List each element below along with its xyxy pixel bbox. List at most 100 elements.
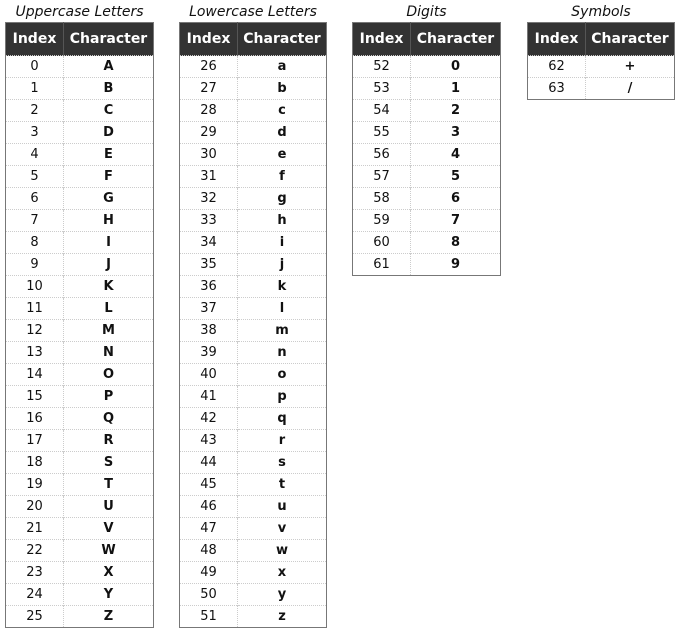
table-row: 47 v: [179, 517, 327, 540]
character-cell: y: [237, 583, 327, 606]
table-row: 57 5: [352, 165, 501, 188]
table-row: 36 k: [179, 275, 327, 298]
character-cell: N: [63, 341, 154, 364]
character-cell: O: [63, 363, 154, 386]
character-cell: /: [585, 77, 675, 100]
index-header: Index: [5, 22, 64, 56]
character-cell: h: [237, 209, 327, 232]
character-cell: T: [63, 473, 154, 496]
character-cell: o: [237, 363, 327, 386]
table-row: 37 l: [179, 297, 327, 320]
index-cell: 29: [179, 121, 238, 144]
character-cell: A: [63, 55, 154, 78]
index-cell: 49: [179, 561, 238, 584]
table-row: 31 f: [179, 165, 327, 188]
index-cell: 52: [352, 55, 411, 78]
index-cell: 21: [5, 517, 64, 540]
index-cell: 43: [179, 429, 238, 452]
table-row: 45 t: [179, 473, 327, 496]
table-row: 10 K: [5, 275, 154, 298]
character-cell: 1: [410, 77, 501, 100]
index-cell: 2: [5, 99, 64, 122]
character-cell: r: [237, 429, 327, 452]
character-cell: z: [237, 605, 327, 628]
table-row: 13 N: [5, 341, 154, 364]
table-row: 14 O: [5, 363, 154, 386]
table-row: 55 3: [352, 121, 501, 144]
character-cell: S: [63, 451, 154, 474]
character-cell: G: [63, 187, 154, 210]
table-row: 53 1: [352, 77, 501, 100]
character-header: Character: [237, 22, 327, 56]
index-cell: 61: [352, 253, 411, 276]
table-row: 2C: [5, 99, 154, 122]
table-row: 54 2: [352, 99, 501, 122]
index-cell: 39: [179, 341, 238, 364]
table-row: 51 z: [179, 605, 327, 628]
table-row: 28 c: [179, 99, 327, 122]
index-cell: 42: [179, 407, 238, 430]
table-row: 4E: [5, 143, 154, 166]
table-row: 26 a: [179, 55, 327, 78]
character-cell: n: [237, 341, 327, 364]
index-cell: 57: [352, 165, 411, 188]
table-row: 19 T: [5, 473, 154, 496]
index-cell: 51: [179, 605, 238, 628]
table-row: 52 0: [352, 55, 501, 78]
index-cell: 36: [179, 275, 238, 298]
character-cell: 8: [410, 231, 501, 254]
character-header: Character: [410, 22, 501, 56]
mapping-table: Index Character 0 A 1 B 2 C 3 D 4 E 5 F 6 G 7 H 8 I 9 J 10 K 11…: [5, 22, 154, 628]
index-cell: 30: [179, 143, 238, 166]
index-cell: 7: [5, 209, 64, 232]
index-cell: 27: [179, 77, 238, 100]
index-cell: 12: [5, 319, 64, 342]
index-cell: 20: [5, 495, 64, 518]
character-cell: W: [63, 539, 154, 562]
table-row: 8I: [5, 231, 154, 254]
character-cell: t: [237, 473, 327, 496]
digits-group: Digits Index Character 52 0 53 1 54 2 55 3 56 4 57 5…: [352, 0, 501, 276]
character-cell: M: [63, 319, 154, 342]
character-cell: 5: [410, 165, 501, 188]
uppercase-group: Uppercase Letters Index Character 0 A 1 B 2 C 3…: [5, 0, 154, 628]
index-header: Index: [179, 22, 238, 56]
index-cell: 33: [179, 209, 238, 232]
index-cell: 0: [5, 55, 64, 78]
character-cell: Y: [63, 583, 154, 606]
character-cell: L: [63, 297, 154, 320]
table-row: 60 8: [352, 231, 501, 254]
character-cell: K: [63, 275, 154, 298]
character-cell: 4: [410, 143, 501, 166]
index-cell: 16: [5, 407, 64, 430]
index-cell: 5: [5, 165, 64, 188]
table-row: 48 w: [179, 539, 327, 562]
index-cell: 19: [5, 473, 64, 496]
index-header: Index: [527, 22, 586, 56]
table-row: 27 b: [179, 77, 327, 100]
index-cell: 31: [179, 165, 238, 188]
table-row: 18 S: [5, 451, 154, 474]
index-cell: 44: [179, 451, 238, 474]
character-cell: 7: [410, 209, 501, 232]
character-cell: e: [237, 143, 327, 166]
index-cell: 9: [5, 253, 64, 276]
index-cell: 15: [5, 385, 64, 408]
character-cell: Z: [63, 605, 154, 628]
character-cell: s: [237, 451, 327, 474]
symbols-group: Symbols Index Character 62 +63/: [527, 0, 675, 100]
character-cell: 0: [410, 55, 501, 78]
index-cell: 50: [179, 583, 238, 606]
index-cell: 56: [352, 143, 411, 166]
character-cell: v: [237, 517, 327, 540]
index-cell: 55: [352, 121, 411, 144]
table-row: 33 h: [179, 209, 327, 232]
table-caption: Digits: [406, 4, 447, 20]
index-cell: 10: [5, 275, 64, 298]
character-cell: U: [63, 495, 154, 518]
table-row: 16 Q: [5, 407, 154, 430]
index-cell: 58: [352, 187, 411, 210]
index-cell: 6: [5, 187, 64, 210]
table-row: 6G: [5, 187, 154, 210]
table-caption: Uppercase Letters: [15, 4, 144, 20]
